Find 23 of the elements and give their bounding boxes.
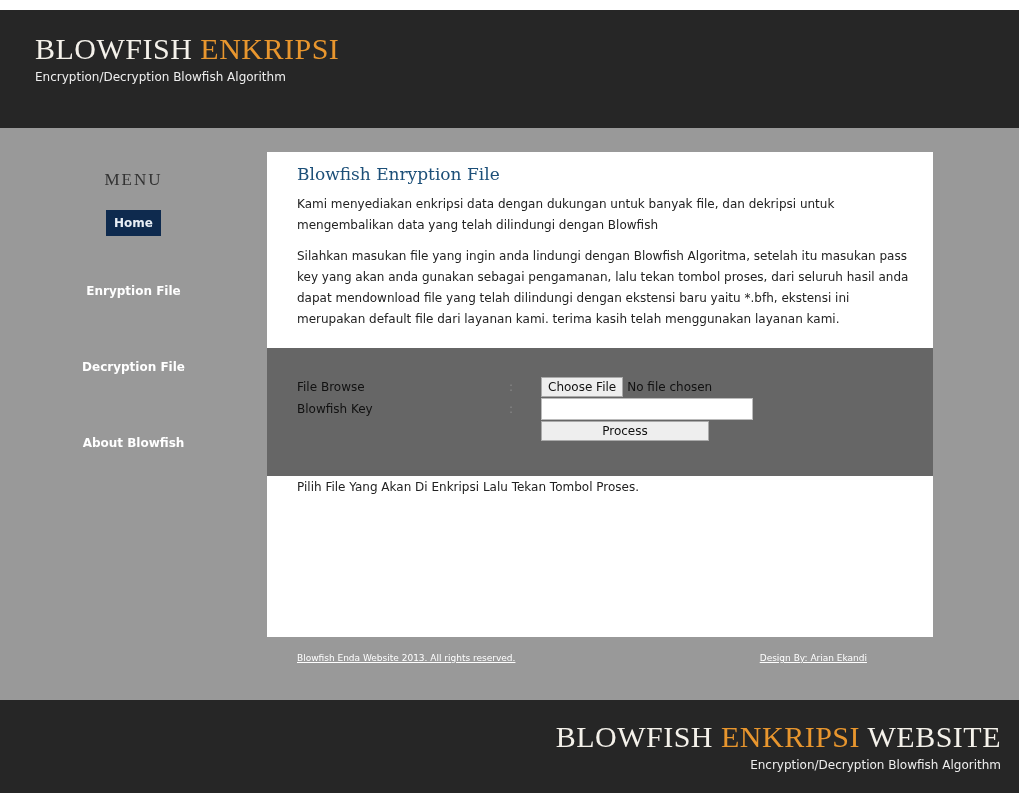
field-label: File Browse xyxy=(297,380,366,394)
menu-item[interactable]: About Blowfish xyxy=(74,430,193,456)
colon-separator: : xyxy=(509,380,515,394)
site-tagline: Encryption/Decryption Blowfish Algorithm xyxy=(35,70,287,84)
colon-separator: : xyxy=(509,402,515,416)
menu-item[interactable]: Decryption File xyxy=(74,354,193,380)
menu-title: MENU xyxy=(104,170,163,190)
paragraph: Silahkan masukan file yang ingin anda lindungi dengan Blowfish Algoritma, setelah itu masukan pass key yang akan anda gunakan sebagai pengamanan, lalu tekan tombol proses, dari seluruh hasil anda dapat mendownload file yang telah dilindungi dengan ekstensi baru yaitu *.bfh, ekstensi ini merupakan default file dari layanan kami. terima kasih telah menggunakan layanan kami. xyxy=(297,248,910,328)
file-status: No file chosen xyxy=(627,380,713,394)
site-logo: BLOWFISH ENKRIPSI xyxy=(35,34,341,64)
paragraph: Kami menyediakan enkripsi data dengan dukungan untuk banyak file, dan dekripsi untuk mengembalikan data yang telah dilindungi dengan Blowfish xyxy=(297,196,836,234)
credit-link[interactable]: Design By: Arian Ekandi xyxy=(759,653,867,663)
choose-file-button[interactable]: Choose File xyxy=(541,377,624,397)
copyright-link[interactable]: Blowfish Enda Website 2013. All rights reserved. xyxy=(297,653,516,663)
menu-item[interactable]: Enryption File xyxy=(78,278,189,304)
footer-logo: BLOWFISH ENKRIPSI WEBSITE xyxy=(555,722,1001,752)
footer-tagline: Encryption/Decryption Blowfish Algorithm xyxy=(750,758,1001,772)
instruction-text: Pilih File Yang Akan Di Enkripsi Lalu Tekan Tombol Proses. xyxy=(296,479,641,496)
key-input-field[interactable] xyxy=(541,398,753,420)
menu-item[interactable]: Home xyxy=(106,210,161,236)
page-title: Blowfish Enryption File xyxy=(297,164,501,184)
field-label: Blowfish Key xyxy=(297,402,374,416)
process-button[interactable]: Process xyxy=(541,421,709,441)
